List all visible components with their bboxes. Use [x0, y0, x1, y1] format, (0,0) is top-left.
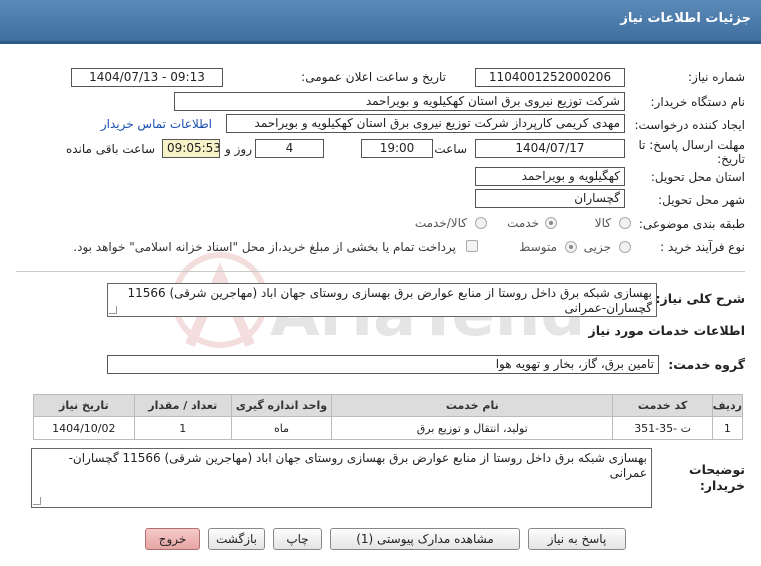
province-field: کهگیلویه و بویراحمد: [475, 167, 625, 186]
summary-label: شرح کلی نیاز:: [655, 291, 745, 306]
cell-service-code: ت -35-351: [612, 416, 713, 440]
print-button[interactable]: چاپ: [273, 528, 322, 550]
category-radio-goods[interactable]: [619, 217, 631, 229]
cell-service-name: تولید، انتقال و توزیع برق: [331, 416, 614, 440]
remaining-days-label: روز و: [225, 142, 252, 156]
summary-textarea[interactable]: بهسازی شبکه برق داخل روستا از منابع عوار…: [107, 283, 657, 317]
city-field: گچساران: [475, 189, 625, 208]
deadline-time-field: 19:00: [361, 139, 433, 158]
purchase-radio-medium[interactable]: [565, 241, 577, 253]
section-divider: [16, 271, 745, 272]
buyer-notes-textarea[interactable]: بهسازی شبکه برق داخل روستا از منابع عوار…: [31, 448, 652, 508]
cell-quantity: 1: [133, 416, 232, 440]
view-attachments-button[interactable]: مشاهده مدارک پیوستی (1): [330, 528, 520, 550]
remaining-time-label: ساعت باقی مانده: [65, 142, 155, 156]
treasury-payment-checkbox[interactable]: [466, 240, 478, 252]
buyer-org-label: نام دستگاه خریدار:: [650, 95, 746, 109]
remaining-days-field: 4: [255, 139, 324, 158]
deadline-date-field: 1404/07/17: [475, 139, 625, 158]
cell-need-date: 1404/10/02: [33, 416, 135, 440]
category-radio-goods-service[interactable]: [475, 217, 487, 229]
category-option-goods: کالا: [594, 216, 611, 230]
service-group-field: تامین برق، گاز، بخار و تهویه هوا: [107, 355, 659, 374]
services-table: ردیف کد خدمت نام خدمت واحد اندازه گیری ت…: [33, 394, 744, 440]
buyer-org-field: شرکت توزیع نیروی برق استان کهکیلویه و بو…: [174, 92, 625, 111]
treasury-payment-note: پرداخت تمام یا بخشی از مبلغ خرید،از محل …: [73, 240, 456, 254]
col-header-quantity: تعداد / مقدار: [133, 394, 232, 417]
purchase-type-label: نوع فرآیند خرید :: [660, 240, 745, 254]
need-number-label: شماره نیاز:: [688, 70, 745, 84]
purchase-radio-minor[interactable]: [619, 241, 631, 253]
category-label: طبقه بندی موضوعی:: [638, 217, 745, 231]
summary-text: بهسازی شبکه برق داخل روستا از منابع عوار…: [127, 286, 653, 315]
remaining-time-field: 09:05:53: [162, 139, 220, 158]
col-header-service-code: کد خدمت: [612, 394, 713, 417]
resize-grip-icon[interactable]: [109, 306, 117, 314]
need-number-field: 1104001252000206: [475, 68, 625, 87]
back-button[interactable]: بازگشت: [208, 528, 265, 550]
table-header-row: ردیف کد خدمت نام خدمت واحد اندازه گیری ت…: [33, 394, 744, 417]
page-header: جزئیات اطلاعات نیاز: [0, 0, 761, 44]
service-group-label: گروه خدمت:: [668, 357, 745, 372]
requester-label: ایجاد کننده درخواست:: [634, 118, 745, 132]
purchase-option-medium: متوسط: [519, 240, 557, 254]
requester-field: مهدی کریمی کارپرداز شرکت توزیع نیروی برق…: [226, 114, 625, 133]
reply-button[interactable]: پاسخ به نیاز: [528, 528, 626, 550]
buyer-notes-label: توضیحات: [689, 462, 745, 477]
deadline-label: مهلت ارسال پاسخ: تا: [638, 138, 745, 152]
category-option-service: خدمت: [507, 216, 539, 230]
deadline-time-label: ساعت: [434, 142, 467, 156]
page-title: جزئیات اطلاعات نیاز: [620, 11, 751, 26]
buyer-notes-text: بهسازی شبکه برق داخل روستا از منابع عوار…: [68, 451, 647, 480]
cell-row-number: 1: [711, 416, 744, 440]
table-row: 1 ت -35-351 تولید، انتقال و توزیع برق ما…: [33, 416, 744, 440]
city-label: شهر محل تحویل:: [658, 193, 745, 207]
col-header-unit: واحد اندازه گیری: [230, 394, 333, 417]
col-header-service-name: نام خدمت: [331, 394, 614, 417]
purchase-option-minor: جزیی: [583, 240, 611, 254]
category-option-goods-service: کالا/خدمت: [414, 216, 467, 230]
province-label: استان محل تحویل:: [650, 170, 745, 184]
deadline-label-date: تاریخ:: [717, 152, 745, 166]
announce-datetime-field: 1404/07/13 - 09:13: [71, 68, 223, 87]
cell-unit: ماه: [230, 416, 333, 440]
category-radio-service[interactable]: [545, 217, 557, 229]
buyer-notes-label-2: خریدار:: [699, 478, 745, 493]
exit-button[interactable]: خروج: [145, 528, 200, 550]
services-section-title: اطلاعات خدمات مورد نیاز: [588, 323, 746, 338]
notes-resize-grip-icon[interactable]: [33, 497, 41, 505]
buyer-contact-link[interactable]: اطلاعات تماس خریدار: [101, 117, 212, 131]
col-header-row-number: ردیف: [711, 394, 744, 417]
announce-datetime-label: تاریخ و ساعت اعلان عمومی:: [301, 70, 446, 84]
col-header-need-date: تاریخ نیاز: [33, 394, 135, 417]
